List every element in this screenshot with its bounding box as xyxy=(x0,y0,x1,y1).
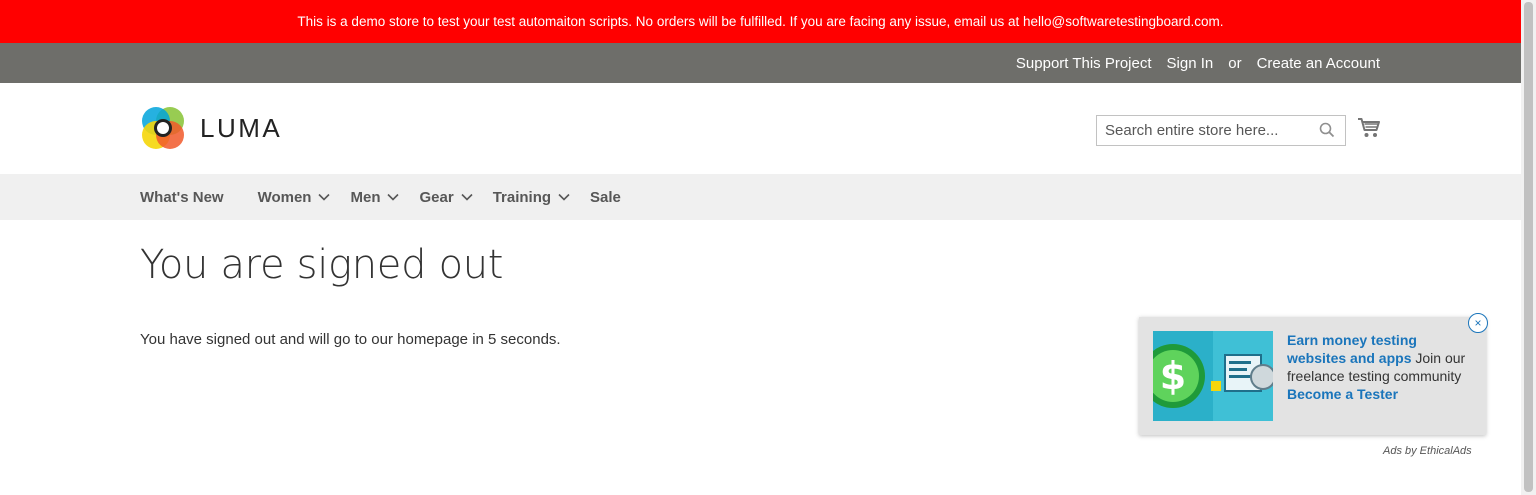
sign-in-link[interactable]: Sign In xyxy=(1167,55,1214,72)
demo-store-notice: This is a demo store to test your test a… xyxy=(0,0,1521,43)
luma-logo[interactable]: LUMA xyxy=(140,105,282,151)
search-icon[interactable] xyxy=(1319,122,1335,143)
svg-text:$: $ xyxy=(1160,354,1186,398)
nav-item-whats-new[interactable]: What's New xyxy=(140,189,224,206)
scrollbar-thumb[interactable] xyxy=(1524,2,1533,492)
close-ad-button[interactable]: × xyxy=(1468,313,1488,333)
site-header: LUMA xyxy=(0,83,1521,174)
nav-item-women[interactable]: Women xyxy=(258,189,331,206)
nav-item-gear[interactable]: Gear xyxy=(419,188,473,206)
nav-item-label: Training xyxy=(492,188,552,206)
ad-image[interactable]: $ xyxy=(1141,331,1276,421)
page-title: You are signed out xyxy=(140,242,504,288)
ad-headline-link[interactable]: Earn money testing websites and apps xyxy=(1287,332,1417,366)
ad-text: Earn money testing websites and apps Joi… xyxy=(1287,331,1477,403)
signout-message: You have signed out and will go to our h… xyxy=(140,331,561,348)
search-box xyxy=(1096,115,1346,146)
nav-item-label: Gear xyxy=(419,188,454,206)
chevron-down-icon xyxy=(558,193,570,201)
become-tester-link[interactable]: Become a Tester xyxy=(1287,386,1398,402)
logo-text: LUMA xyxy=(200,112,283,143)
create-account-link[interactable]: Create an Account xyxy=(1257,55,1380,72)
support-project-link[interactable]: Support This Project xyxy=(1016,55,1152,72)
nav-item-label: What's New xyxy=(140,188,224,206)
page-scrollbar[interactable] xyxy=(1521,0,1536,495)
search-input[interactable] xyxy=(1097,122,1318,139)
close-icon: × xyxy=(1474,316,1482,330)
nav-item-men[interactable]: Men xyxy=(350,188,400,206)
nav-item-label: Sale xyxy=(590,188,621,206)
nav-item-label: Women xyxy=(257,188,312,206)
nav-item-label: Men xyxy=(350,188,381,206)
demo-notice-text: This is a demo store to test your test a… xyxy=(297,14,1224,29)
chevron-down-icon xyxy=(387,193,400,201)
ads-attribution[interactable]: Ads by EthicalAds xyxy=(1383,445,1472,457)
luma-logo-icon xyxy=(142,107,184,149)
main-navigation: What's New Women Men Gear Training Sale xyxy=(0,174,1521,220)
chevron-down-icon xyxy=(318,193,331,201)
nav-item-sale[interactable]: Sale xyxy=(590,189,621,206)
chevron-down-icon xyxy=(461,193,473,201)
ethical-ad: × $ Earn money testing websites and apps… xyxy=(1139,313,1488,435)
shopping-cart-icon[interactable] xyxy=(1357,117,1381,144)
or-separator: or xyxy=(1228,54,1242,72)
header-top-links: Support This Project Sign In or Create a… xyxy=(0,43,1521,83)
nav-item-training[interactable]: Training xyxy=(493,189,570,206)
